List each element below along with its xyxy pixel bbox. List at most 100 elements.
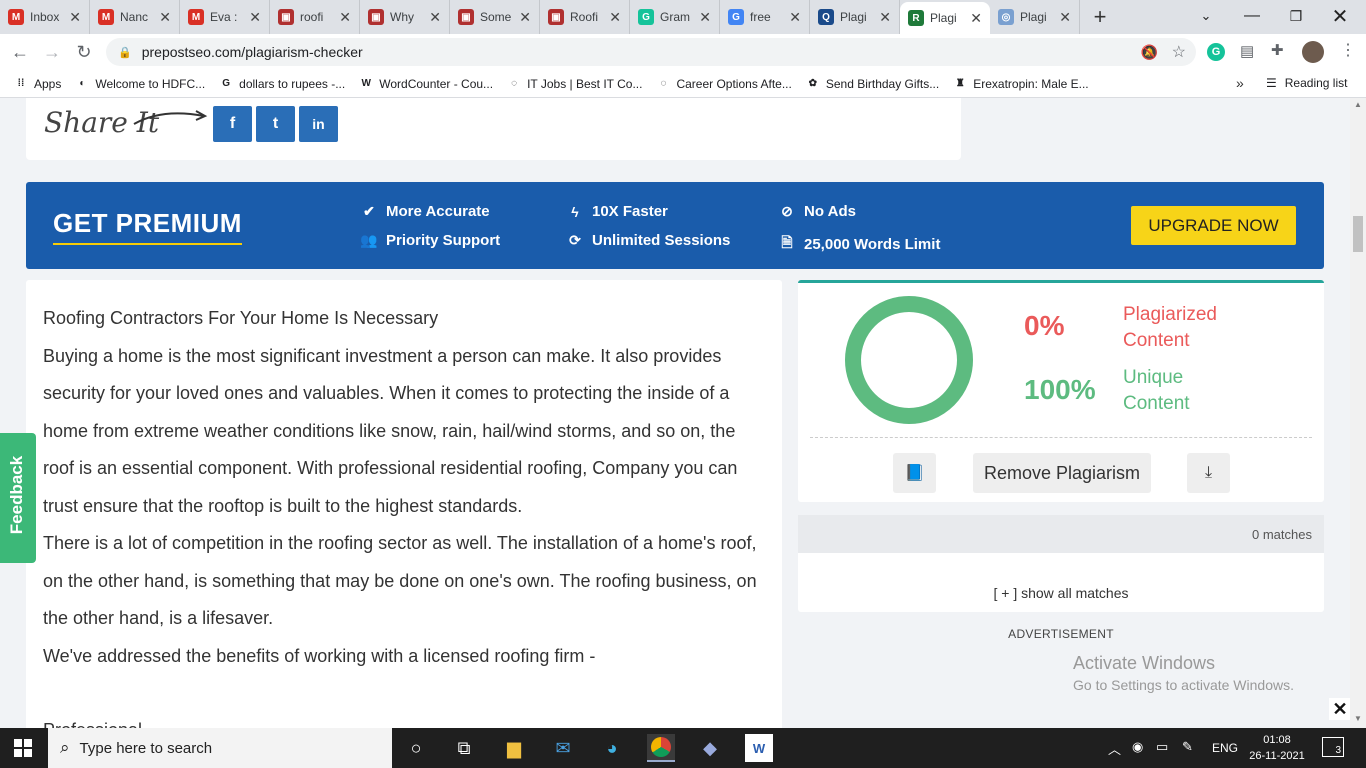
- tab-favicon-icon: Q: [818, 9, 834, 25]
- browser-tab[interactable]: M Inbox ✕: [0, 0, 90, 34]
- app-icon[interactable]: ◆: [696, 734, 724, 762]
- browser-tab[interactable]: Q Plagi ✕: [810, 0, 900, 34]
- profile-avatar[interactable]: [1302, 41, 1324, 63]
- jobs-icon: ◌: [511, 78, 518, 89]
- page-viewport: Share It f t in GET PREMIUM ✔ More Accura…: [0, 98, 1350, 728]
- bookmark-item[interactable]: ◐ Welcome to HDFC...: [75, 77, 205, 91]
- reading-list-label: Reading list: [1284, 76, 1348, 90]
- new-tab-button[interactable]: +: [1080, 0, 1120, 34]
- article-paragraph: [43, 675, 765, 712]
- tab-close-icon[interactable]: ✕: [789, 9, 801, 26]
- browser-tab[interactable]: ▣ Some ✕: [450, 0, 540, 34]
- battery-icon[interactable]: ▭: [1156, 739, 1168, 755]
- notifications-blocked-icon[interactable]: 🔕: [1141, 44, 1158, 61]
- tab-close-icon[interactable]: ✕: [429, 9, 441, 26]
- twitter-share-button[interactable]: t: [256, 106, 295, 142]
- clock[interactable]: 01:08 26-11-2021: [1244, 732, 1310, 764]
- tab-close-icon[interactable]: ✕: [970, 10, 982, 27]
- browser-tab[interactable]: ▣ Roofi ✕: [540, 0, 630, 34]
- browser-tab[interactable]: ▣ roofi ✕: [270, 0, 360, 34]
- tab-close-icon[interactable]: ✕: [699, 9, 711, 26]
- bookmark-item[interactable]: ✿ Send Birthday Gifts...: [806, 76, 940, 91]
- bookmark-item[interactable]: ♜ Erexatropin: Male E...: [953, 77, 1089, 91]
- feature-priority-support: 👥 Priority Support: [360, 232, 500, 249]
- tab-close-icon[interactable]: ✕: [339, 9, 351, 26]
- facebook-share-button[interactable]: f: [213, 106, 252, 142]
- notification-center-icon[interactable]: 3: [1322, 737, 1344, 757]
- bookmark-item[interactable]: ◌ Career Options Afte...: [656, 77, 791, 91]
- tab-close-icon[interactable]: ✕: [159, 9, 171, 26]
- reload-icon[interactable]: ↻: [68, 36, 100, 68]
- globe-icon: ◐: [79, 78, 86, 89]
- tab-close-icon[interactable]: ✕: [609, 9, 621, 26]
- scroll-down-icon[interactable]: ▼: [1354, 714, 1362, 723]
- show-all-matches-link[interactable]: [ + ] show all matches: [798, 585, 1324, 601]
- tab-favicon-icon: ◎: [998, 9, 1014, 25]
- tab-close-icon[interactable]: ✕: [519, 9, 531, 26]
- grammarly-extension-icon[interactable]: G: [1207, 43, 1225, 61]
- linkedin-share-button[interactable]: in: [299, 106, 338, 142]
- mail-icon[interactable]: ✉: [549, 734, 577, 762]
- article-paragraph: We've addressed the benefits of working …: [43, 645, 596, 666]
- upgrade-now-button[interactable]: UPGRADE NOW: [1131, 206, 1296, 245]
- article-text-area[interactable]: Roofing Contractors For Your Home Is Nec…: [26, 280, 782, 728]
- browser-tab[interactable]: Gfree ✕: [720, 0, 810, 34]
- tab-favicon-icon: R: [908, 10, 924, 26]
- bookmark-item[interactable]: ⁞⁞ Apps: [14, 76, 62, 91]
- chrome-icon[interactable]: [647, 734, 675, 762]
- bookmark-star-icon[interactable]: ☆: [1172, 42, 1186, 62]
- tab-close-icon[interactable]: ✕: [879, 9, 891, 26]
- edge-icon[interactable]: ◕: [598, 734, 626, 762]
- show-hidden-icons[interactable]: ︿: [1108, 739, 1121, 758]
- bookmarks-more[interactable]: »: [1236, 75, 1244, 91]
- address-bar[interactable]: 🔒 prepostseo.com/plagiarism-checker 🔕 ☆: [106, 38, 1196, 66]
- close-ad-button[interactable]: ✕: [1329, 698, 1350, 720]
- book-icon: 📘: [904, 465, 925, 482]
- browser-tab[interactable]: M Eva : ✕: [180, 0, 270, 34]
- meet-icon[interactable]: ◉: [1132, 739, 1143, 755]
- tab-title: roofi: [300, 10, 324, 24]
- restore-button[interactable]: ❐: [1274, 0, 1318, 32]
- minimize-button[interactable]: —: [1230, 0, 1274, 32]
- tab-search-icon[interactable]: ⌄: [1184, 0, 1228, 32]
- browser-tab[interactable]: ◎ Plagi ✕: [990, 0, 1080, 34]
- extensions-puzzle-icon[interactable]: ✚: [1271, 41, 1284, 59]
- tab-close-icon[interactable]: ✕: [249, 9, 261, 26]
- report-book-button[interactable]: 📘: [893, 453, 936, 493]
- task-view-icon[interactable]: ⧉: [450, 734, 478, 762]
- scroll-up-icon[interactable]: ▲: [1354, 100, 1362, 109]
- feedback-tab[interactable]: Feedback: [0, 433, 36, 563]
- start-button[interactable]: [14, 739, 32, 757]
- browser-tab[interactable]: G Gram ✕: [630, 0, 720, 34]
- browser-tab[interactable]: ▣ Why ✕: [360, 0, 450, 34]
- taskbar-search-box[interactable]: ⌕ Type here to search: [48, 728, 392, 768]
- bookmark-item[interactable]: Gdollars to rupees -...: [219, 77, 345, 91]
- browser-tab[interactable]: M Nanc ✕: [90, 0, 180, 34]
- share-arrow-icon: [133, 110, 208, 125]
- pen-icon[interactable]: ✎: [1182, 739, 1193, 755]
- tab-close-icon[interactable]: ✕: [1059, 9, 1071, 26]
- tab-title: Plagi: [840, 10, 867, 24]
- extension-icon[interactable]: ▤: [1240, 42, 1254, 60]
- bookmark-item[interactable]: ◌ IT Jobs | Best IT Co...: [507, 77, 642, 91]
- bookmark-label: Send Birthday Gifts...: [825, 76, 940, 91]
- bookmark-item[interactable]: W WordCounter - Cou...: [359, 77, 494, 91]
- scroll-thumb[interactable]: [1353, 216, 1363, 252]
- close-window-button[interactable]: ✕: [1318, 0, 1362, 32]
- toolbar: ← → ↻ 🔒 prepostseo.com/plagiarism-checke…: [0, 34, 1366, 70]
- page-scrollbar[interactable]: ▲ ▼: [1350, 98, 1366, 728]
- download-button[interactable]: ⤓: [1187, 453, 1230, 493]
- tab-close-icon[interactable]: ✕: [69, 9, 81, 26]
- forward-icon[interactable]: →: [36, 36, 68, 68]
- reading-list-button[interactable]: ☰ Reading list: [1266, 76, 1347, 90]
- back-icon[interactable]: ←: [4, 36, 36, 68]
- word-icon[interactable]: W: [745, 734, 773, 762]
- bookmark-label: Welcome to HDFC...: [95, 76, 206, 91]
- remove-plagiarism-button[interactable]: Remove Plagiarism: [973, 453, 1151, 493]
- menu-icon[interactable]: ⋮: [1340, 40, 1356, 60]
- cortana-icon[interactable]: ○: [402, 734, 430, 762]
- file-explorer-icon[interactable]: ▆: [500, 734, 528, 762]
- browser-tab[interactable]: R Plagi ✕: [900, 2, 990, 34]
- language-indicator[interactable]: ENG: [1212, 741, 1238, 755]
- bookmark-label: Apps: [34, 76, 62, 91]
